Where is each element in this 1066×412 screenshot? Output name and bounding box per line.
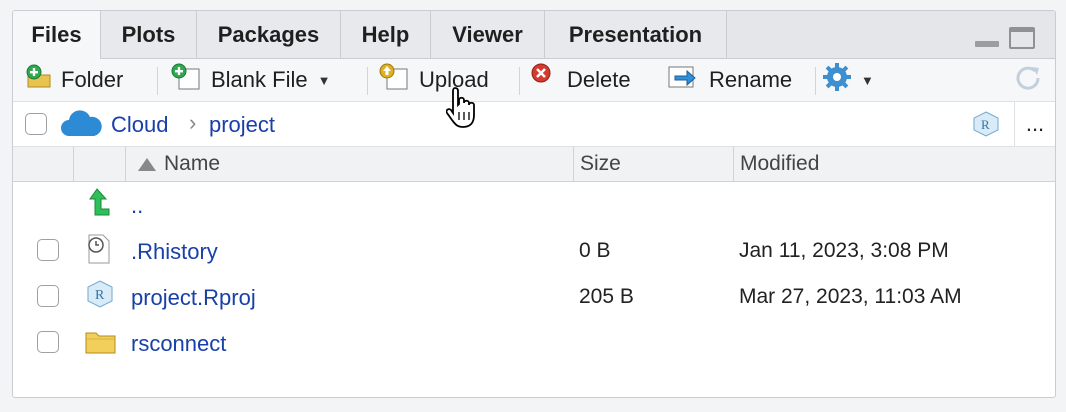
delete-button[interactable]: Delete bbox=[529, 59, 631, 101]
toolbar-divider bbox=[157, 67, 158, 95]
toolbar-divider bbox=[519, 67, 520, 95]
select-all-checkbox[interactable] bbox=[25, 113, 47, 135]
chevron-down-icon: ▼ bbox=[861, 72, 874, 88]
files-pane: Files Plots Packages Help Viewer Present… bbox=[12, 10, 1056, 398]
header-size-label: Size bbox=[580, 152, 621, 175]
more-button[interactable]: ... bbox=[1014, 102, 1055, 146]
folder-icon bbox=[85, 329, 117, 360]
rename-icon bbox=[667, 63, 701, 97]
svg-text:R: R bbox=[95, 288, 105, 303]
table-row[interactable]: .Rhistory 0 B Jan 11, 2023, 3:08 PM bbox=[13, 227, 1055, 273]
breadcrumb-cloud[interactable]: Cloud bbox=[111, 112, 168, 138]
file-size: 0 B bbox=[579, 239, 611, 262]
delete-label: Delete bbox=[567, 67, 631, 92]
delete-icon bbox=[529, 63, 559, 97]
toolbar: Folder Blank File ▼ Upload Delete Rename… bbox=[13, 59, 1055, 102]
blank-file-button[interactable]: Blank File ▼ bbox=[169, 59, 330, 101]
minimize-icon[interactable] bbox=[975, 41, 999, 47]
rhistory-icon bbox=[85, 233, 113, 270]
toolbar-divider bbox=[815, 67, 816, 95]
row-checkbox[interactable] bbox=[37, 285, 59, 307]
header-modified-label: Modified bbox=[740, 152, 820, 175]
new-folder-button[interactable]: Folder bbox=[25, 59, 123, 101]
tab-presentation[interactable]: Presentation bbox=[545, 11, 727, 58]
go-up-icon bbox=[85, 187, 113, 222]
rename-label: Rename bbox=[709, 67, 793, 92]
new-folder-label: Folder bbox=[61, 67, 124, 92]
toolbar-divider bbox=[367, 67, 368, 95]
new-folder-icon bbox=[25, 64, 53, 96]
header-modified[interactable]: Modified bbox=[733, 147, 1055, 181]
hand-cursor-icon bbox=[445, 86, 480, 135]
rproj-icon: R bbox=[85, 279, 115, 314]
tab-bar: Files Plots Packages Help Viewer Present… bbox=[13, 11, 1055, 59]
header-icon-col bbox=[73, 147, 125, 181]
breadcrumb-project[interactable]: project bbox=[209, 112, 275, 138]
chevron-down-icon: ▼ bbox=[317, 72, 331, 88]
svg-text:R: R bbox=[981, 117, 990, 132]
gear-icon bbox=[821, 61, 853, 99]
header-name[interactable]: Name bbox=[125, 147, 573, 181]
breadcrumb: Cloud › project R ... bbox=[13, 102, 1055, 147]
rename-button[interactable]: Rename bbox=[667, 59, 792, 101]
table-row[interactable]: rsconnect bbox=[13, 319, 1055, 365]
file-modified: Jan 11, 2023, 3:08 PM bbox=[739, 239, 949, 262]
file-name[interactable]: project.Rproj bbox=[131, 285, 256, 311]
sort-ascending-icon bbox=[138, 157, 156, 171]
blank-file-label: Blank File bbox=[211, 67, 308, 92]
refresh-button[interactable] bbox=[1013, 59, 1043, 101]
file-name[interactable]: rsconnect bbox=[131, 331, 226, 357]
file-size: 205 B bbox=[579, 285, 634, 308]
more-actions-button[interactable]: ▼ bbox=[821, 59, 874, 101]
table-row[interactable]: .. bbox=[13, 183, 1055, 229]
rproj-icon[interactable]: R bbox=[971, 110, 1001, 143]
refresh-icon bbox=[1013, 62, 1043, 98]
header-name-label: Name bbox=[164, 152, 221, 175]
breadcrumb-separator: › bbox=[189, 110, 197, 135]
file-modified: Mar 27, 2023, 11:03 AM bbox=[739, 285, 962, 308]
cloud-icon[interactable] bbox=[59, 110, 103, 143]
tab-viewer[interactable]: Viewer bbox=[431, 11, 545, 58]
parent-dir-link[interactable]: .. bbox=[131, 193, 143, 219]
tab-packages[interactable]: Packages bbox=[197, 11, 341, 58]
maximize-icon[interactable] bbox=[1009, 27, 1035, 49]
row-checkbox[interactable] bbox=[37, 331, 59, 353]
header-size[interactable]: Size bbox=[573, 147, 733, 181]
file-name[interactable]: .Rhistory bbox=[131, 239, 218, 265]
upload-icon bbox=[377, 63, 411, 97]
tab-help[interactable]: Help bbox=[341, 11, 431, 58]
new-file-icon bbox=[169, 63, 203, 97]
table-row[interactable]: R project.Rproj 205 B Mar 27, 2023, 11:0… bbox=[13, 273, 1055, 319]
row-checkbox[interactable] bbox=[37, 239, 59, 261]
tab-files[interactable]: Files bbox=[13, 11, 101, 59]
tab-plots[interactable]: Plots bbox=[101, 11, 197, 58]
file-list-header: Name Size Modified bbox=[13, 147, 1055, 182]
